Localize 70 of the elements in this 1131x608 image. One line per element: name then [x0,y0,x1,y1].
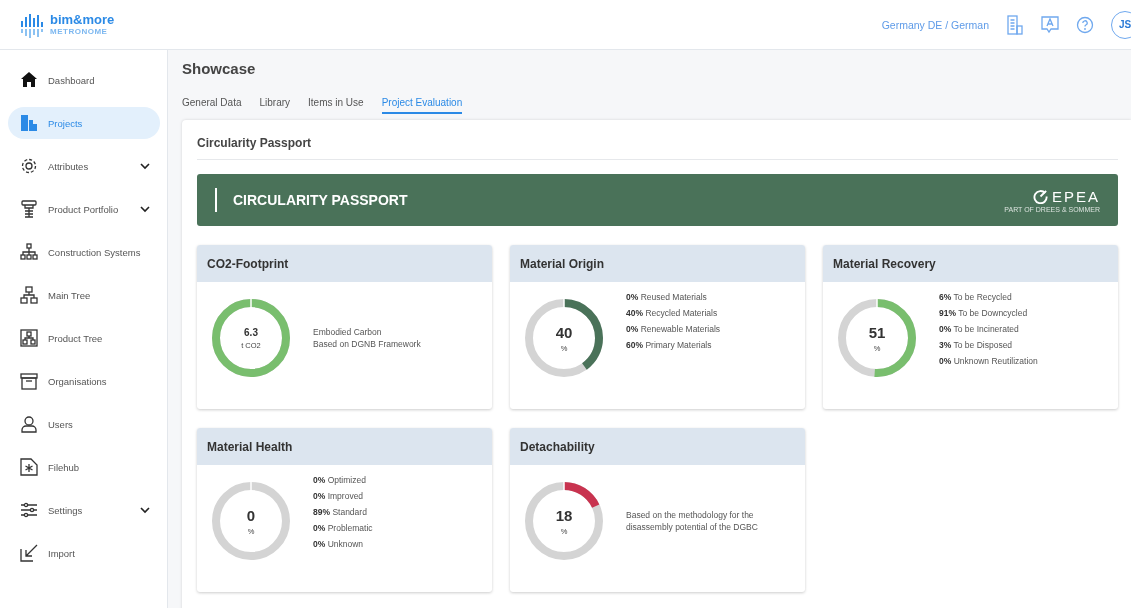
banner-accent-bar [215,188,217,212]
sidebar-item[interactable]: Import [8,537,160,569]
legend-item: 0% Improved [313,491,365,501]
translate-icon[interactable] [1041,15,1059,34]
import-arrow-icon [20,544,38,562]
legend-item: 91% To be Downcycled [939,308,1029,318]
sliders-icon [20,501,38,519]
banner-title: CIRCULARITY PASSPORT [233,192,408,208]
archive-box-icon [20,372,38,390]
chevron-down-icon [140,506,150,514]
gauge-value: 6.3 [244,326,258,338]
partner-logo-text: EPEA [1051,187,1100,205]
legend-item: 60% Primary Materials [626,340,713,350]
sidebar-item[interactable]: Users [8,408,160,440]
legend-item: 6% To be Recycled [939,292,1013,302]
sidebar-item[interactable]: Construction Systems [8,236,160,268]
stack-icon [20,200,38,218]
logo-bars-icon [20,11,46,38]
gauge-value: 18 [555,506,573,524]
buildings-icon [20,114,38,132]
legend-item: 0% To be Incinerated [939,324,1020,334]
tab[interactable]: Project Evaluation [381,97,463,114]
legend-item: 0% Renewable Materials [626,324,721,334]
page-title: Showcase [182,60,257,77]
chevron-down-icon [140,205,150,213]
hierarchy-icon [20,243,38,261]
legend-item: 3% To be Disposed [939,340,1014,350]
brand-name: bim&more [50,13,115,26]
tree-icon [20,286,38,304]
leaf-ring-icon [1032,188,1048,204]
user-icon [20,415,38,433]
legend-item: 0% Unknown Reutilization [939,356,1038,366]
chevron-down-icon [140,162,150,170]
brand-subtitle: METRONOME [50,28,109,36]
tab[interactable]: Library [259,97,291,114]
help-icon[interactable] [1076,15,1094,34]
description-text: Based on DGNB Framework [313,338,421,351]
tile-title: Material Health [197,428,492,465]
legend-item: 0% Optimized [313,475,367,485]
sidebar-item[interactable]: Organisations [8,365,160,397]
sidebar-item[interactable]: Product Tree [8,322,160,354]
legend-item: 0% Problematic [313,523,373,533]
building-icon[interactable] [1006,14,1024,35]
tile-title: CO2-Footprint [197,245,492,282]
tile-title: Material Recovery [823,245,1118,282]
sidebar-item[interactable]: Settings [8,494,160,526]
description-text: Embodied Carbon [313,325,383,338]
description-text: Based on the methodology for the [626,508,755,521]
sidebar-item[interactable]: Product Portfolio [8,193,160,225]
tile-title: Material Origin [510,245,805,282]
gauge-value: 0 [246,506,256,524]
sidebar-item[interactable]: Main Tree [8,279,160,311]
card-title: Circularity Passport [197,120,1118,160]
legend-item: 0% Unknown [313,539,365,549]
legend-item: 40% Recycled Materials [626,308,719,318]
gauge-value: 40 [555,323,573,341]
tree-box-icon [20,329,38,347]
tab[interactable]: Items in Use [308,97,364,114]
description-text: disassembly potential of the DGBC [626,521,758,534]
gear-icon [20,157,38,175]
home-icon [20,71,38,89]
tab[interactable]: General Data [182,97,242,114]
legend-item: 89% Standard [313,507,368,517]
folder-star-icon [20,458,38,476]
sidebar-item[interactable]: Dashboard [8,64,160,96]
tile-title: Detachability [510,428,805,465]
sidebar-item[interactable]: Filehub [8,451,160,483]
legend-item: 0% Reused Materials [626,292,708,302]
gauge-value: 51 [868,323,886,341]
sidebar-item[interactable]: Attributes [8,150,160,182]
